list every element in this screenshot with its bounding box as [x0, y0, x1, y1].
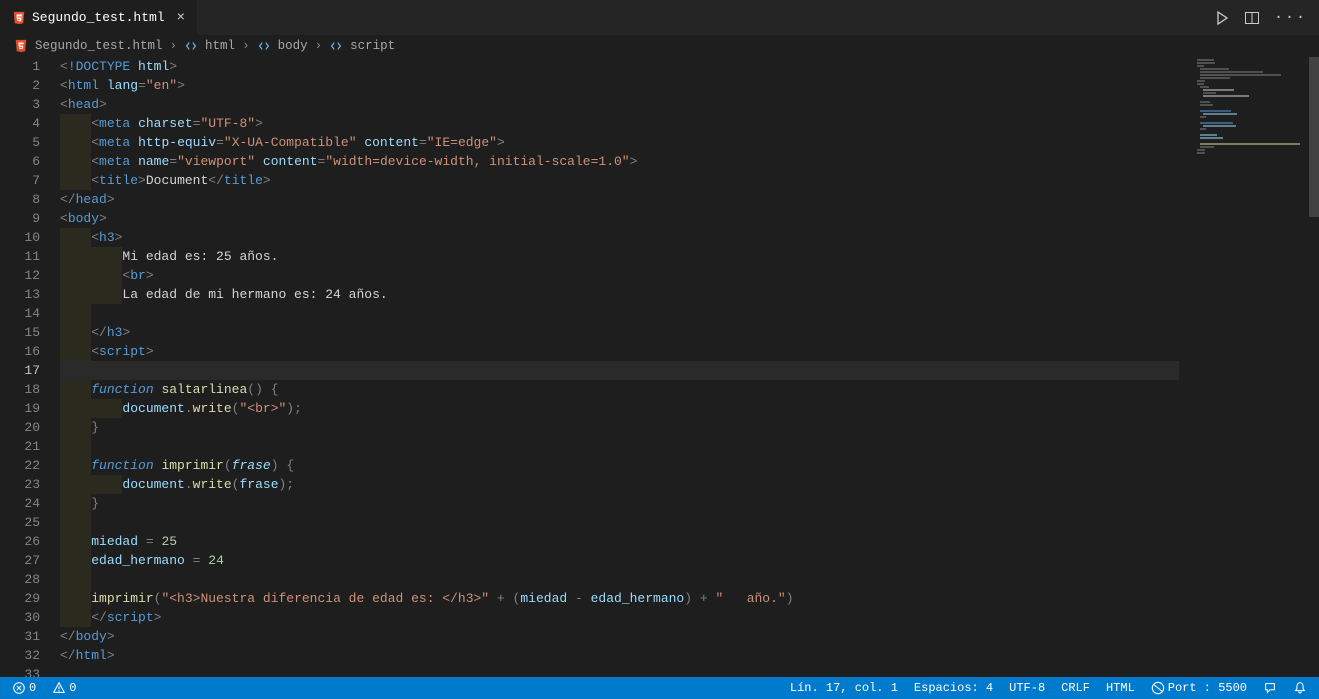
status-bar: 0 0 Lín. 17, col. 1 Espacios: 4 UTF-8 CR… [0, 677, 1319, 699]
minimap[interactable] [1197, 59, 1307, 677]
bell-icon[interactable] [1289, 681, 1311, 695]
close-icon[interactable]: × [177, 10, 185, 26]
encoding[interactable]: UTF-8 [1005, 681, 1049, 695]
chevron-right-icon: › [170, 39, 178, 53]
breadcrumb-script[interactable]: script [350, 39, 395, 53]
element-icon [257, 39, 271, 53]
warning-icon [52, 681, 66, 695]
editor-actions: ··· [1214, 9, 1319, 26]
scrollbar-thumb[interactable] [1309, 57, 1319, 217]
element-icon [184, 39, 198, 53]
warnings-item[interactable]: 0 [48, 681, 80, 695]
split-editor-icon[interactable] [1244, 10, 1260, 26]
run-icon[interactable] [1214, 10, 1230, 26]
code-content[interactable]: <!DOCTYPE html><html lang="en"><head> <m… [60, 57, 1319, 677]
breadcrumb[interactable]: Segundo_test.html › html › body › script [0, 35, 1319, 57]
language-mode[interactable]: HTML [1102, 681, 1139, 695]
cursor-position[interactable]: Lín. 17, col. 1 [786, 681, 902, 695]
chevron-right-icon: › [315, 39, 323, 53]
breadcrumb-body[interactable]: body [278, 39, 308, 53]
tab-filename: Segundo_test.html [32, 10, 165, 25]
editor[interactable]: 1234567891011121314151617181920212223242… [0, 57, 1319, 677]
indent-setting[interactable]: Espacios: 4 [910, 681, 997, 695]
breadcrumb-file[interactable]: Segundo_test.html [35, 39, 163, 53]
broadcast-icon [1151, 681, 1165, 695]
errors-item[interactable]: 0 [8, 681, 40, 695]
error-icon [12, 681, 26, 695]
live-server-port[interactable]: Port : 5500 [1147, 681, 1251, 695]
html-file-icon [12, 11, 26, 25]
tab-bar: Segundo_test.html × ··· [0, 0, 1319, 35]
more-icon[interactable]: ··· [1274, 9, 1307, 26]
breadcrumb-html[interactable]: html [205, 39, 235, 53]
eol[interactable]: CRLF [1057, 681, 1094, 695]
line-number-gutter: 1234567891011121314151617181920212223242… [0, 57, 60, 677]
tab-active[interactable]: Segundo_test.html × [0, 0, 198, 35]
scrollbar[interactable] [1309, 57, 1319, 677]
element-icon [329, 39, 343, 53]
feedback-icon[interactable] [1259, 681, 1281, 695]
tabs-container: Segundo_test.html × [0, 0, 198, 35]
chevron-right-icon: › [242, 39, 250, 53]
html-file-icon [14, 39, 28, 53]
